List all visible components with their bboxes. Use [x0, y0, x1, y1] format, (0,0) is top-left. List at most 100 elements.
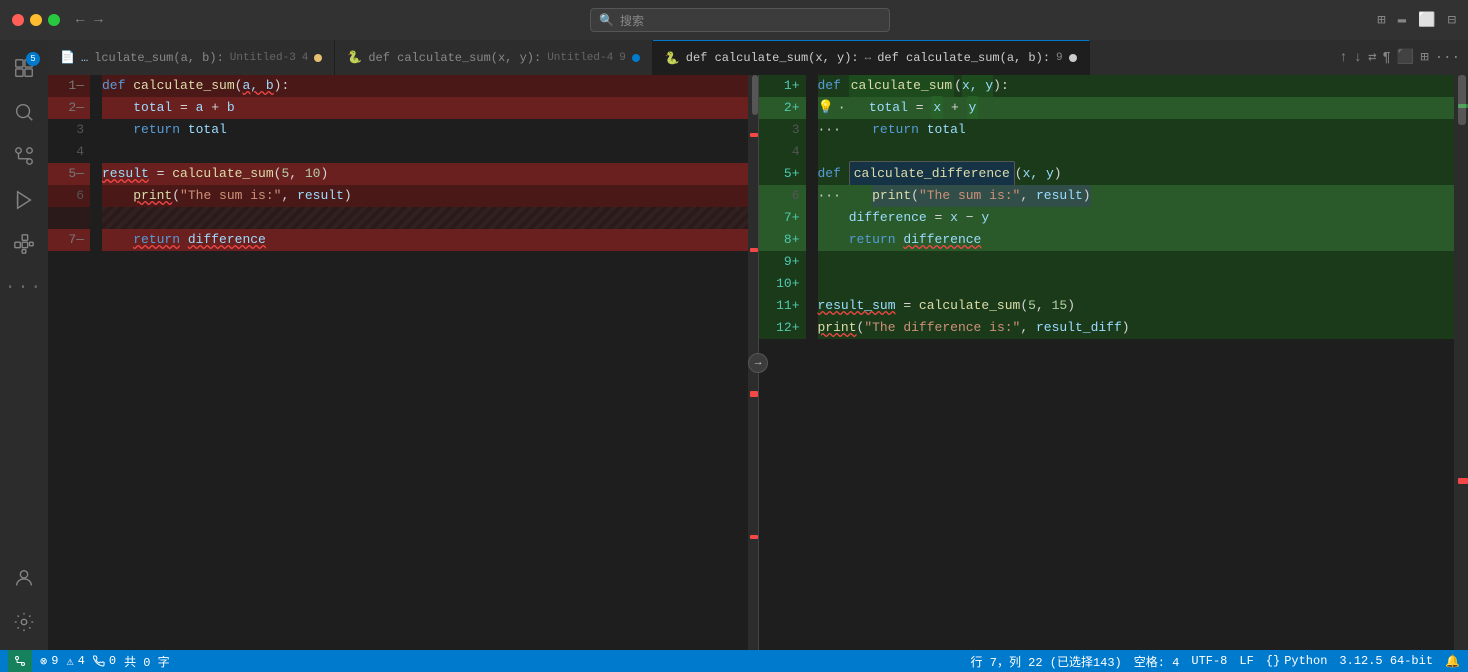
rcode-line-9 [818, 251, 1455, 273]
tab-3[interactable]: 🐍 def calculate_sum(x, y): ↔ def calcula… [653, 40, 1090, 75]
activity-bar: 5 [0, 40, 48, 650]
search-placeholder: 搜索 [620, 12, 644, 29]
tab1-filename: Untitled-3 [230, 52, 296, 64]
tab1-icon: 📄 [60, 50, 75, 65]
status-info[interactable]: 0 [93, 654, 116, 668]
tab3-dot [1069, 54, 1077, 62]
rcode-line-6: ··· print("The sum is:", result) [818, 185, 1455, 207]
status-python-version[interactable]: 3.12.5 64-bit [1339, 654, 1433, 668]
status-right: 行 7，列 22 (已选择143) 空格: 4 UTF-8 LF {} Pyth… [971, 653, 1460, 670]
line-num-1: 1— [48, 75, 90, 97]
tab-2[interactable]: 🐍 def calculate_sum(x, y): Untitled-4 9 [335, 40, 652, 75]
editor-panels: 1— 2— 3 4 5— 6 7— def calculate_sum(a, b… [48, 75, 1468, 650]
tab-1[interactable]: 📄 … lculate_sum(a, b): Untitled-3 4 [48, 40, 335, 75]
activity-settings[interactable] [4, 602, 44, 642]
activity-extensions[interactable] [4, 224, 44, 264]
status-language[interactable]: {} Python [1266, 654, 1328, 668]
rcode-line-5: def calculate_difference(x, y) [818, 163, 1455, 185]
activity-explorer[interactable]: 5 [4, 48, 44, 88]
status-errors[interactable]: ⊗ 9 [40, 654, 58, 669]
error-count: 9 [51, 654, 58, 668]
line-num-2: 2— [48, 97, 90, 119]
rcode-line-4 [818, 141, 1455, 163]
rcode-line-7: difference = x − y [818, 207, 1455, 229]
rline-num-12: 12+ [759, 317, 806, 339]
code-line-3: return total [102, 119, 748, 141]
activity-run[interactable] [4, 180, 44, 220]
activity-bottom [4, 558, 44, 650]
layout-icon-1[interactable]: ⊞ [1377, 12, 1385, 29]
line-num-6: 6 [48, 185, 90, 207]
activity-more[interactable]: ··· [4, 268, 44, 308]
activity-source-control[interactable] [4, 136, 44, 176]
search-bar[interactable]: 🔍 搜索 [590, 8, 890, 32]
rcode-line-11: result_sum = calculate_sum(5, 15) [818, 295, 1455, 317]
close-button[interactable] [12, 14, 24, 26]
line-num-3: 3 [50, 119, 90, 141]
status-line-ending[interactable]: LF [1239, 654, 1253, 668]
status-position[interactable]: 行 7，列 22 (已选择143) [971, 653, 1122, 670]
back-arrow[interactable]: ← [76, 12, 84, 28]
toolbar-swap[interactable]: ⇄ [1368, 49, 1376, 66]
rcode-line-1: def calculate_sum(x, y): [818, 75, 1455, 97]
tab3-num: 9 [1056, 52, 1063, 64]
status-indent[interactable]: 空格: 4 [1134, 653, 1180, 670]
line-num-hatch [48, 207, 90, 229]
titlebar-right-icons: ⊞ ▬ ⬜ ⊟ [1377, 12, 1456, 29]
layout-icon-4[interactable]: ⊟ [1448, 12, 1456, 29]
right-code-content[interactable]: def calculate_sum(x, y): 💡· total = x + … [814, 75, 1455, 650]
status-chars[interactable]: 共 0 字 [124, 653, 170, 670]
python-version-label: 3.12.5 64-bit [1339, 654, 1433, 668]
toolbar-word[interactable]: ⬛ [1397, 49, 1414, 66]
line-ending-label: LF [1239, 654, 1253, 668]
status-git[interactable] [8, 650, 32, 672]
layout-icon-2[interactable]: ▬ [1398, 12, 1406, 29]
tab3-icon: 🐍 [665, 51, 680, 66]
traffic-lights [12, 14, 60, 26]
code-line-hatch [102, 207, 748, 229]
tab-bar: 📄 … lculate_sum(a, b): Untitled-3 4 🐍 de… [48, 40, 1468, 75]
status-warnings[interactable]: ⚠ 4 [66, 654, 84, 669]
tab2-dot [632, 54, 640, 62]
chars-label: 共 0 字 [124, 653, 170, 670]
line-num-4: 4 [50, 141, 90, 163]
nav-arrows: ← → [76, 12, 103, 28]
code-line-6: print("The sum is:", result) [102, 185, 748, 207]
toolbar-down[interactable]: ↓ [1354, 50, 1362, 66]
tab2-filename: Untitled-4 [547, 52, 613, 64]
tab3-sep: ↔ [865, 52, 872, 64]
left-line-numbers: 1— 2— 3 4 5— 6 7— [48, 75, 98, 650]
toolbar-split[interactable]: ⊞ [1420, 49, 1428, 66]
rcode-line-2: 💡· total = x + y [818, 97, 1455, 119]
bell-icon: 🔔 [1445, 654, 1460, 669]
info-count: 0 [109, 654, 116, 668]
editor-area: 📄 … lculate_sum(a, b): Untitled-3 4 🐍 de… [48, 40, 1468, 650]
right-editor-panel: 1+ 2+ 3 4 5+ 6 7+ 8+ 9+ 10+ 11+ 12+ [759, 75, 1468, 650]
right-scrollbar[interactable] [1454, 75, 1468, 650]
minimize-button[interactable] [30, 14, 42, 26]
layout-icon-3[interactable]: ⬜ [1418, 12, 1435, 29]
activity-search[interactable] [4, 92, 44, 132]
main-layout: 5 [0, 40, 1468, 650]
forward-arrow[interactable]: → [94, 12, 102, 28]
status-bell[interactable]: 🔔 [1445, 654, 1460, 669]
maximize-button[interactable] [48, 14, 60, 26]
status-encoding[interactable]: UTF-8 [1191, 654, 1227, 668]
right-scroll-thumb[interactable] [1458, 75, 1466, 125]
line-num-5: 5— [48, 163, 90, 185]
encoding-label: UTF-8 [1191, 654, 1227, 668]
status-left: ⊗ 9 ⚠ 4 0 共 0 字 [8, 650, 170, 672]
tab1-text: lculate_sum(a, b): [94, 51, 224, 65]
tab2-num: 9 [619, 52, 626, 64]
position-label: 行 7，列 22 (已选择143) [971, 653, 1122, 670]
toolbar-align[interactable]: ¶ [1383, 50, 1391, 66]
rcode-line-3: ··· return total [818, 119, 1455, 141]
activity-account[interactable] [4, 558, 44, 598]
code-line-2: total = a + b [102, 97, 748, 119]
language-label: Python [1284, 654, 1327, 668]
toolbar-more[interactable]: ··· [1435, 50, 1460, 66]
toolbar-up[interactable]: ↑ [1339, 50, 1347, 66]
tab3-label: def calculate_sum(x, y): [686, 51, 859, 65]
left-code-content[interactable]: def calculate_sum(a, b): total = a + b r… [98, 75, 748, 650]
titlebar: ← → 🔍 搜索 ⊞ ▬ ⬜ ⊟ [0, 0, 1468, 40]
